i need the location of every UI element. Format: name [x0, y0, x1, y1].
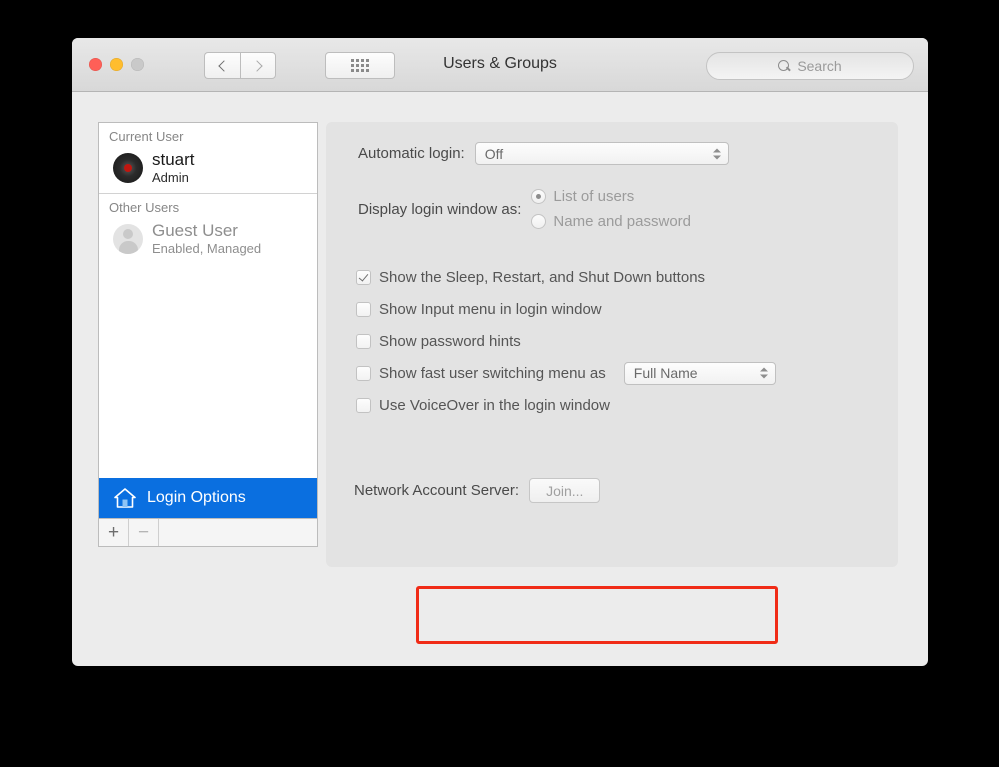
window-titlebar: Users & Groups Search — [72, 38, 928, 92]
list-item[interactable]: stuart Admin — [99, 148, 317, 191]
checkbox-icon — [356, 397, 371, 413]
house-icon — [114, 488, 136, 508]
radio-list-of-users[interactable]: List of users — [531, 184, 691, 209]
automatic-login-select[interactable]: Off — [474, 142, 729, 165]
radio-button-icon — [531, 189, 547, 204]
sidebar-empty-space — [99, 263, 317, 478]
sidebar-item-label: Login Options — [147, 489, 246, 506]
sidebar-group-header-current-user: Current User — [109, 129, 184, 144]
checkbox-label: Show Input menu in login window — [379, 300, 602, 318]
remove-user-button[interactable]: − — [129, 519, 159, 546]
checkbox-label: Show fast user switching menu as — [379, 364, 606, 382]
add-user-button[interactable]: + — [99, 519, 129, 546]
radio-label: List of users — [553, 188, 635, 205]
join-button[interactable]: Join... — [529, 478, 601, 503]
checkbox-show-sleep-restart-shutdown[interactable]: Show the Sleep, Restart, and Shut Down b… — [356, 261, 776, 293]
sidebar-footer: + − — [99, 518, 317, 546]
automatic-login-label: Automatic login: — [358, 145, 465, 162]
automatic-login-value: Off — [484, 145, 504, 162]
user-name: Guest User — [152, 221, 238, 241]
chevron-updown-icon — [759, 367, 768, 379]
record-avatar — [113, 152, 143, 183]
checkbox-use-voiceover[interactable]: Use VoiceOver in the login window — [356, 389, 776, 421]
checkbox-icon — [356, 365, 371, 381]
network-account-server-row: Network Account Server: Join... — [354, 478, 601, 503]
display-login-window-label: Display login window as: — [358, 200, 522, 218]
user-status: Enabled, Managed — [152, 241, 262, 257]
person-avatar — [113, 224, 143, 255]
checkbox-show-input-menu[interactable]: Show Input menu in login window — [356, 293, 776, 325]
network-account-server-label: Network Account Server: — [354, 482, 520, 499]
checkbox-checked-icon — [356, 269, 371, 285]
checkbox-show-fast-user-switching[interactable]: Show fast user switching menu as Full Na… — [356, 357, 776, 389]
search-icon — [778, 59, 791, 73]
highlight-annotation — [416, 586, 778, 644]
sidebar-group-header-other-users: Other Users — [109, 200, 180, 216]
user-name: stuart — [152, 150, 195, 169]
list-item[interactable]: Guest User Enabled, Managed — [99, 219, 317, 262]
login-options-panel: Automatic login: Off Display login windo… — [326, 122, 898, 567]
chevron-updown-icon — [712, 148, 721, 159]
system-preferences-window: Users & Groups Search Current User stuar… — [72, 38, 928, 666]
login-options-checkbox-group: Show the Sleep, Restart, and Shut Down b… — [356, 261, 776, 421]
sidebar-item-login-options[interactable]: Login Options — [99, 478, 317, 518]
automatic-login-row: Automatic login: Off — [358, 142, 729, 165]
search-input[interactable]: Search — [706, 52, 914, 80]
search-placeholder: Search — [797, 58, 842, 74]
fast-user-switching-select[interactable]: Full Name — [623, 361, 776, 385]
fast-user-switching-value: Full Name — [633, 365, 698, 381]
sidebar-footer-spacer — [159, 519, 317, 546]
users-sidebar: Current User stuart Admin Other Users Gu… — [98, 122, 318, 547]
radio-name-and-password[interactable]: Name and password — [531, 209, 691, 234]
checkbox-icon — [356, 301, 371, 317]
checkbox-label: Use VoiceOver in the login window — [379, 396, 610, 414]
radio-button-icon — [531, 214, 547, 229]
checkbox-icon — [356, 333, 371, 349]
checkbox-label: Show the Sleep, Restart, and Shut Down b… — [379, 268, 706, 286]
checkbox-show-password-hints[interactable]: Show password hints — [356, 325, 776, 357]
display-login-window-row: Display login window as: List of users N… — [358, 184, 691, 234]
user-role: Admin — [152, 170, 189, 186]
checkbox-label: Show password hints — [379, 332, 521, 350]
window-content: Current User stuart Admin Other Users Gu… — [72, 92, 928, 666]
radio-label: Name and password — [553, 213, 691, 230]
